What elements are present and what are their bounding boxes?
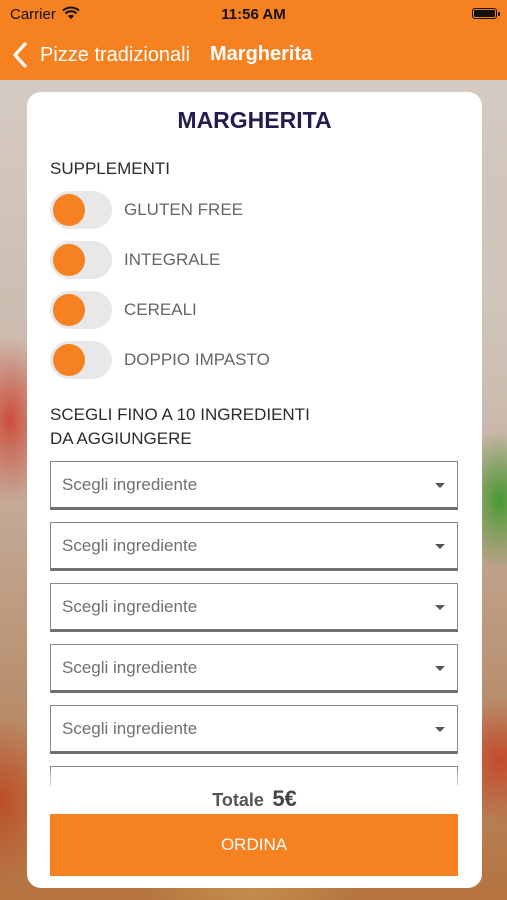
ingredient-select-1[interactable]: Scegli ingrediente xyxy=(50,461,458,510)
toggle-knob xyxy=(53,344,85,376)
back-label: Pizze tradizionali xyxy=(40,43,191,66)
supplement-label: CEREALI xyxy=(124,300,197,319)
ingredients-heading-line1: SCEGLI FINO A 10 INGREDIENTI xyxy=(50,405,310,424)
dropdown-caret-icon xyxy=(435,544,445,549)
clock: 11:56 AM xyxy=(221,6,286,23)
pizza-title: MARGHERITA xyxy=(177,107,332,133)
select-placeholder: Scegli ingrediente xyxy=(62,719,198,738)
toggle-switch[interactable] xyxy=(50,241,112,279)
supplement-label: GLUTEN FREE xyxy=(124,200,244,219)
ingredient-select-5[interactable]: Scegli ingrediente xyxy=(50,705,458,754)
supplement-label: INTEGRALE xyxy=(124,250,221,269)
ingredient-select-3[interactable]: Scegli ingrediente xyxy=(50,583,458,632)
ingredients-heading: SCEGLI FINO A 10 INGREDIENTI DA AGGIUNGE… xyxy=(50,403,310,451)
toggle-knob xyxy=(53,194,85,226)
dropdown-caret-icon xyxy=(435,483,445,488)
ingredients-heading-line2: DA AGGIUNGERE xyxy=(50,429,192,448)
ingredient-select-2[interactable]: Scegli ingrediente xyxy=(50,522,458,571)
battery-icon xyxy=(472,8,500,19)
total-row: Totale 5€ xyxy=(27,786,482,812)
toggle-switch[interactable] xyxy=(50,341,112,379)
status-bar: Carrier 11:56 AM xyxy=(0,0,507,30)
dropdown-caret-icon xyxy=(435,727,445,732)
supplement-toggle-doppio-impasto[interactable]: DOPPIO IMPASTO xyxy=(50,341,450,379)
select-placeholder: Scegli ingrediente xyxy=(62,597,198,616)
supplement-toggle-gluten-free[interactable]: GLUTEN FREE xyxy=(50,191,450,229)
dropdown-caret-icon xyxy=(435,605,445,610)
dropdown-caret-icon xyxy=(435,666,445,671)
toggle-knob xyxy=(53,294,85,326)
total-amount: 5€ xyxy=(272,786,297,811)
toggle-knob xyxy=(53,244,85,276)
nav-title: Margherita xyxy=(210,43,313,65)
toggle-switch[interactable] xyxy=(50,191,112,229)
select-placeholder: Scegli ingrediente xyxy=(62,536,198,555)
navigation-bar: Pizze tradizionali Margherita xyxy=(0,30,507,80)
order-button[interactable]: ORDINA xyxy=(50,814,458,876)
select-placeholder: Scegli ingrediente xyxy=(62,658,198,677)
ingredient-select-4[interactable]: Scegli ingrediente xyxy=(50,644,458,693)
total-label: Totale xyxy=(212,790,264,810)
chevron-left-icon xyxy=(13,42,27,68)
supplement-toggle-cereali[interactable]: CEREALI xyxy=(50,291,450,329)
select-placeholder: Scegli ingrediente xyxy=(62,475,198,494)
supplement-label: DOPPIO IMPASTO xyxy=(124,350,270,369)
toggle-switch[interactable] xyxy=(50,291,112,329)
supplement-toggle-integrale[interactable]: INTEGRALE xyxy=(50,241,450,279)
back-button[interactable]: Pizze tradizionali xyxy=(10,40,190,70)
supplements-heading: SUPPLEMENTI xyxy=(50,159,170,178)
order-card: MARGHERITA SUPPLEMENTI GLUTEN FREE INTEG… xyxy=(27,92,482,888)
